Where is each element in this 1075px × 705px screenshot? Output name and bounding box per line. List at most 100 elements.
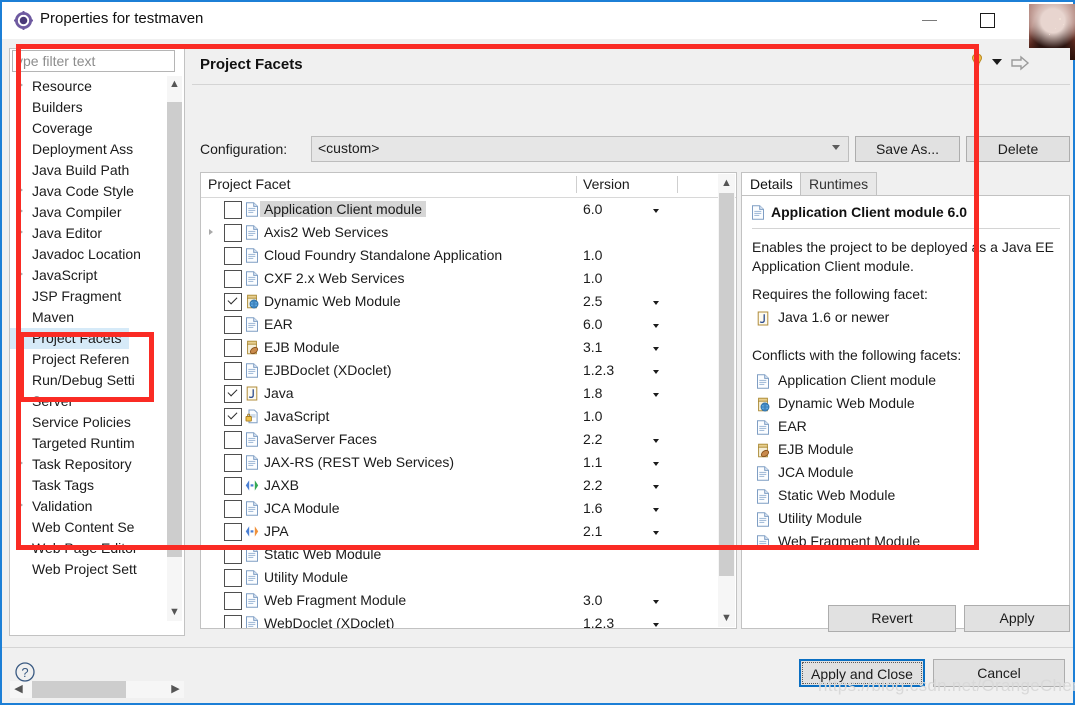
scroll-right-icon[interactable]: ▶ bbox=[167, 681, 184, 698]
sidebar-item-project-facets[interactable]: Project Facets bbox=[10, 328, 130, 349]
expand-arrow-icon[interactable] bbox=[19, 502, 23, 508]
facet-checkbox[interactable] bbox=[224, 523, 242, 541]
expand-arrow-icon[interactable] bbox=[19, 82, 23, 88]
facet-version[interactable]: 3.0 bbox=[583, 592, 602, 608]
facet-checkbox[interactable] bbox=[224, 362, 242, 380]
table-row[interactable]: Cloud Foundry Standalone Application 1.0 bbox=[201, 244, 736, 267]
settings-tree[interactable]: Resource Builders Coverage Deployment Ass Ja… bbox=[10, 76, 184, 621]
version-dropdown-icon[interactable] bbox=[653, 623, 659, 627]
column-header-facet[interactable]: Project Facet bbox=[208, 176, 290, 192]
table-row[interactable]: JavaScript 1.0 bbox=[201, 405, 736, 428]
sidebar-item-java-compiler[interactable]: Java Compiler bbox=[10, 202, 184, 223]
expand-arrow-icon[interactable] bbox=[19, 229, 23, 235]
expand-arrow-icon[interactable] bbox=[209, 229, 213, 235]
version-dropdown-icon[interactable] bbox=[653, 301, 659, 305]
table-row[interactable]: WebDoclet (XDoclet) 1.2.3 bbox=[201, 612, 736, 628]
table-row[interactable]: JavaServer Faces 2.2 bbox=[201, 428, 736, 451]
table-scroll-down-icon[interactable]: ▼ bbox=[718, 609, 735, 627]
sidebar-item-java-editor[interactable]: Java Editor bbox=[10, 223, 184, 244]
table-row[interactable]: JAX-RS (REST Web Services) 1.1 bbox=[201, 451, 736, 474]
project-facets-table[interactable]: Project Facet Version Application Client… bbox=[200, 172, 737, 629]
tab-runtimes[interactable]: Runtimes bbox=[800, 172, 878, 196]
expand-arrow-icon[interactable] bbox=[19, 208, 23, 214]
scroll-down-icon[interactable]: ▼ bbox=[167, 604, 182, 621]
delete-button[interactable]: Delete bbox=[966, 136, 1070, 162]
expand-arrow-icon[interactable] bbox=[19, 460, 23, 466]
facet-checkbox[interactable] bbox=[224, 615, 242, 628]
facet-version[interactable]: 2.2 bbox=[583, 477, 602, 493]
facet-checkbox[interactable] bbox=[224, 201, 242, 219]
sidebar-item-targeted-runtim[interactable]: Targeted Runtim bbox=[10, 433, 184, 454]
configuration-combo[interactable]: <custom> bbox=[311, 136, 849, 162]
facet-checkbox[interactable] bbox=[224, 546, 242, 564]
table-row[interactable]: CXF 2.x Web Services 1.0 bbox=[201, 267, 736, 290]
sidebar-item-web-content-se[interactable]: Web Content Se bbox=[10, 517, 184, 538]
facet-checkbox[interactable] bbox=[224, 454, 242, 472]
minimize-button[interactable] bbox=[907, 2, 953, 38]
facet-version[interactable]: 6.0 bbox=[583, 316, 602, 332]
table-row[interactable]: Application Client module 6.0 bbox=[201, 198, 736, 221]
column-header-version[interactable]: Version bbox=[583, 176, 630, 192]
sidebar-item-java-code-style[interactable]: Java Code Style bbox=[10, 181, 184, 202]
table-row[interactable]: Utility Module bbox=[201, 566, 736, 589]
table-row[interactable]: Dynamic Web Module 2.5 bbox=[201, 290, 736, 313]
table-scroll-up-icon[interactable]: ▲ bbox=[718, 174, 735, 192]
table-row[interactable]: EJBDoclet (XDoclet) 1.2.3 bbox=[201, 359, 736, 382]
view-menu-caret-icon[interactable] bbox=[992, 59, 1002, 65]
sidebar-item-builders[interactable]: Builders bbox=[10, 97, 184, 118]
sidebar-item-server[interactable]: Server bbox=[10, 391, 184, 412]
sidebar-item-deployment-ass[interactable]: Deployment Ass bbox=[10, 139, 184, 160]
table-row[interactable]: JAXB 2.2 bbox=[201, 474, 736, 497]
sidebar-item-java-build-path[interactable]: Java Build Path bbox=[10, 160, 184, 181]
facet-version[interactable]: 1.2.3 bbox=[583, 615, 614, 628]
version-dropdown-icon[interactable] bbox=[653, 485, 659, 489]
facet-checkbox[interactable] bbox=[224, 592, 242, 610]
facet-checkbox[interactable] bbox=[224, 569, 242, 587]
table-row[interactable]: Axis2 Web Services bbox=[201, 221, 736, 244]
facet-checkbox[interactable] bbox=[224, 500, 242, 518]
version-dropdown-icon[interactable] bbox=[653, 531, 659, 535]
table-vertical-scrollbar[interactable]: ▲ ▼ bbox=[718, 174, 735, 627]
sidebar-item-javascript[interactable]: JavaScript bbox=[10, 265, 184, 286]
maximize-button[interactable] bbox=[964, 2, 1010, 38]
sidebar-item-project-referen[interactable]: Project Referen bbox=[10, 349, 184, 370]
sidebar-item-coverage[interactable]: Coverage bbox=[10, 118, 184, 139]
facet-version[interactable]: 1.0 bbox=[583, 408, 602, 424]
table-row[interactable]: EJB Module 3.1 bbox=[201, 336, 736, 359]
sidebar-item-maven[interactable]: Maven bbox=[10, 307, 184, 328]
sidebar-item-jsp-fragment[interactable]: JSP Fragment bbox=[10, 286, 184, 307]
sidebar-vertical-scrollbar[interactable]: ▲ ▼ bbox=[167, 76, 182, 621]
save-as-button[interactable]: Save As... bbox=[855, 136, 960, 162]
facet-version[interactable]: 1.8 bbox=[583, 385, 602, 401]
version-dropdown-icon[interactable] bbox=[653, 508, 659, 512]
table-row[interactable]: Java 1.8 bbox=[201, 382, 736, 405]
scroll-left-icon[interactable]: ◀ bbox=[10, 681, 27, 698]
expand-arrow-icon[interactable] bbox=[19, 187, 23, 193]
table-row[interactable]: JCA Module 1.6 bbox=[201, 497, 736, 520]
version-dropdown-icon[interactable] bbox=[653, 324, 659, 328]
table-row[interactable]: Web Fragment Module 3.0 bbox=[201, 589, 736, 612]
facet-version[interactable]: 6.0 bbox=[583, 201, 602, 217]
sidebar-item-validation[interactable]: Validation bbox=[10, 496, 184, 517]
apply-button[interactable]: Apply bbox=[964, 605, 1070, 632]
sidebar-item-resource[interactable]: Resource bbox=[10, 76, 184, 97]
sidebar-item-web-project-sett[interactable]: Web Project Sett bbox=[10, 559, 184, 580]
lightbulb-icon[interactable] bbox=[970, 53, 984, 69]
forward-arrow-icon[interactable] bbox=[1010, 55, 1030, 71]
facet-version[interactable]: 2.2 bbox=[583, 431, 602, 447]
version-dropdown-icon[interactable] bbox=[653, 370, 659, 374]
sidebar-item-javadoc-location[interactable]: Javadoc Location bbox=[10, 244, 184, 265]
sidebar-scroll-thumb[interactable] bbox=[167, 102, 182, 557]
filter-input[interactable]: ype filter text bbox=[12, 50, 175, 72]
help-question-icon[interactable]: ? bbox=[14, 661, 36, 683]
facet-checkbox[interactable] bbox=[224, 247, 242, 265]
version-dropdown-icon[interactable] bbox=[653, 439, 659, 443]
facet-checkbox[interactable] bbox=[224, 316, 242, 334]
facet-version[interactable]: 2.1 bbox=[583, 523, 602, 539]
facet-version[interactable]: 3.1 bbox=[583, 339, 602, 355]
version-dropdown-icon[interactable] bbox=[653, 600, 659, 604]
facet-checkbox[interactable] bbox=[224, 270, 242, 288]
table-row[interactable]: EAR 6.0 bbox=[201, 313, 736, 336]
sidebar-hscroll-thumb[interactable] bbox=[32, 681, 126, 698]
version-dropdown-icon[interactable] bbox=[653, 347, 659, 351]
